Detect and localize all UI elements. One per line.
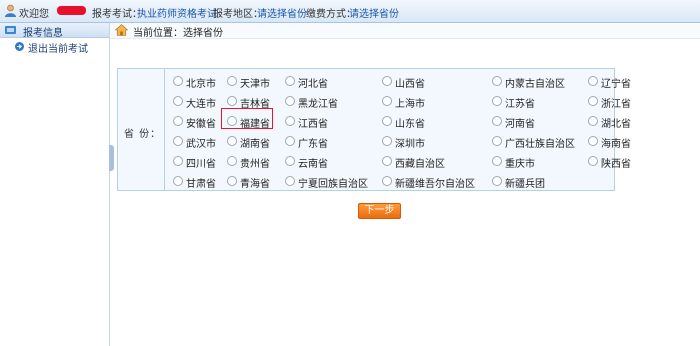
province-option-label: 上海市 [395, 99, 425, 110]
province-option-label: 甘肃省 [186, 179, 216, 190]
province-option-label: 贵州省 [240, 159, 270, 170]
province-selector: 省 份： 北京市 天津市 河北省 山西省 内蒙古自治区 辽宁省 大连市 吉林省 黑龙江省 上海市江… [117, 68, 631, 191]
exam-value: 执业药师资格考试 [137, 9, 217, 20]
radio-button[interactable] [492, 156, 502, 166]
radio-button[interactable] [285, 76, 295, 86]
province-option-label: 西藏自治区 [395, 159, 445, 170]
radio-button[interactable] [588, 156, 598, 166]
exam-label: 报考考试： [92, 9, 142, 20]
province-option-label: 山西省 [395, 79, 425, 90]
radio-button[interactable] [492, 96, 502, 106]
radio-button[interactable] [227, 96, 237, 106]
province-option-label: 江西省 [298, 119, 328, 130]
breadcrumb-label: 当前位置：选择省份 [133, 28, 223, 39]
radio-button[interactable] [227, 156, 237, 166]
home-icon [115, 24, 128, 36]
province-option-label: 青海省 [240, 179, 270, 190]
radio-button[interactable] [173, 176, 183, 186]
region-value[interactable]: 请选择省份 [257, 5, 307, 20]
sidebar-header[interactable]: 报考信息 [0, 23, 109, 39]
province-option-label: 新疆兵团 [505, 179, 545, 190]
province-option-label: 黑龙江省 [298, 99, 338, 110]
radio-button[interactable] [492, 176, 502, 186]
welcome-text: 欢迎您 [19, 9, 49, 20]
next-step-button[interactable]: 下一步 [358, 203, 401, 219]
radio-button[interactable] [382, 136, 392, 146]
province-option-label: 大连市 [186, 99, 216, 110]
province-option-label: 重庆市 [505, 159, 535, 170]
radio-button[interactable] [285, 156, 295, 166]
province-option-label: 江苏省 [505, 99, 535, 110]
sidebar-item-exit-exam[interactable]: 退出当前考试 [0, 38, 109, 55]
province-option-label: 陕西省 [601, 159, 631, 170]
province-option-label: 浙江省 [601, 99, 631, 110]
radio-button[interactable] [382, 156, 392, 166]
user-icon [5, 4, 16, 17]
breadcrumb: 当前位置：选择省份 [110, 23, 700, 39]
radio-button[interactable] [227, 76, 237, 86]
radio-button[interactable] [588, 116, 598, 126]
redacted-username [57, 6, 86, 15]
radio-button[interactable] [285, 116, 295, 126]
sidebar-item-label: 退出当前考试 [28, 44, 88, 55]
province-option-label: 深圳市 [395, 139, 425, 150]
province-option-label: 北京市 [186, 79, 216, 90]
province-option-label: 新疆维吾尔自治区 [395, 179, 475, 190]
radio-button[interactable] [588, 136, 598, 146]
radio-button[interactable] [173, 76, 183, 86]
top-status-bar: 欢迎您 报考考试： 执业药师资格考试 报考地区： 请选择省份 缴费方式： 请选择… [0, 0, 700, 23]
radio-button[interactable] [492, 136, 502, 146]
sidebar-header-label: 报考信息 [23, 28, 63, 39]
sidebar: 报考信息 退出当前考试 [0, 23, 110, 346]
province-option-label: 辽宁省 [601, 79, 631, 90]
province-option-label: 武汉市 [186, 139, 216, 150]
radio-button[interactable] [285, 176, 295, 186]
radio-button[interactable] [588, 96, 598, 106]
selected-province-highlight [221, 108, 273, 129]
province-option-label: 宁夏回族自治区 [298, 179, 368, 190]
payment-value[interactable]: 请选择省份 [349, 5, 399, 20]
province-option-label: 广西壮族自治区 [505, 139, 575, 150]
radio-button[interactable] [382, 176, 392, 186]
province-option-label: 山东省 [395, 119, 425, 130]
sidebar-collapse-handle[interactable] [109, 145, 114, 171]
radio-button[interactable] [382, 96, 392, 106]
radio-button[interactable] [285, 136, 295, 146]
province-option-label: 云南省 [298, 159, 328, 170]
province-option-label: 湖南省 [240, 139, 270, 150]
province-option-label: 安徽省 [186, 119, 216, 130]
region-label: 报考地区： [213, 9, 263, 20]
radio-button[interactable] [382, 76, 392, 86]
radio-button[interactable] [382, 116, 392, 126]
radio-button[interactable] [173, 136, 183, 146]
province-option-label: 四川省 [186, 159, 216, 170]
province-option-label: 天津市 [240, 79, 270, 90]
province-option-label: 河北省 [298, 79, 328, 90]
province-field-label: 省 份： [124, 129, 162, 140]
folder-icon [5, 26, 16, 34]
province-option-label: 河南省 [505, 119, 535, 130]
province-label-cell: 省 份： [118, 69, 165, 190]
radio-button[interactable] [227, 176, 237, 186]
radio-button[interactable] [227, 136, 237, 146]
radio-button[interactable] [492, 116, 502, 126]
province-option-label: 内蒙古自治区 [505, 79, 565, 90]
arrow-right-circle-icon [15, 42, 24, 51]
province-option-label: 广东省 [298, 139, 328, 150]
radio-button[interactable] [173, 156, 183, 166]
radio-button[interactable] [588, 76, 598, 86]
radio-button[interactable] [492, 76, 502, 86]
radio-button[interactable] [173, 116, 183, 126]
province-option-label: 湖北省 [601, 119, 631, 130]
radio-button[interactable] [285, 96, 295, 106]
province-option-label: 海南省 [601, 139, 631, 150]
radio-button[interactable] [173, 96, 183, 106]
